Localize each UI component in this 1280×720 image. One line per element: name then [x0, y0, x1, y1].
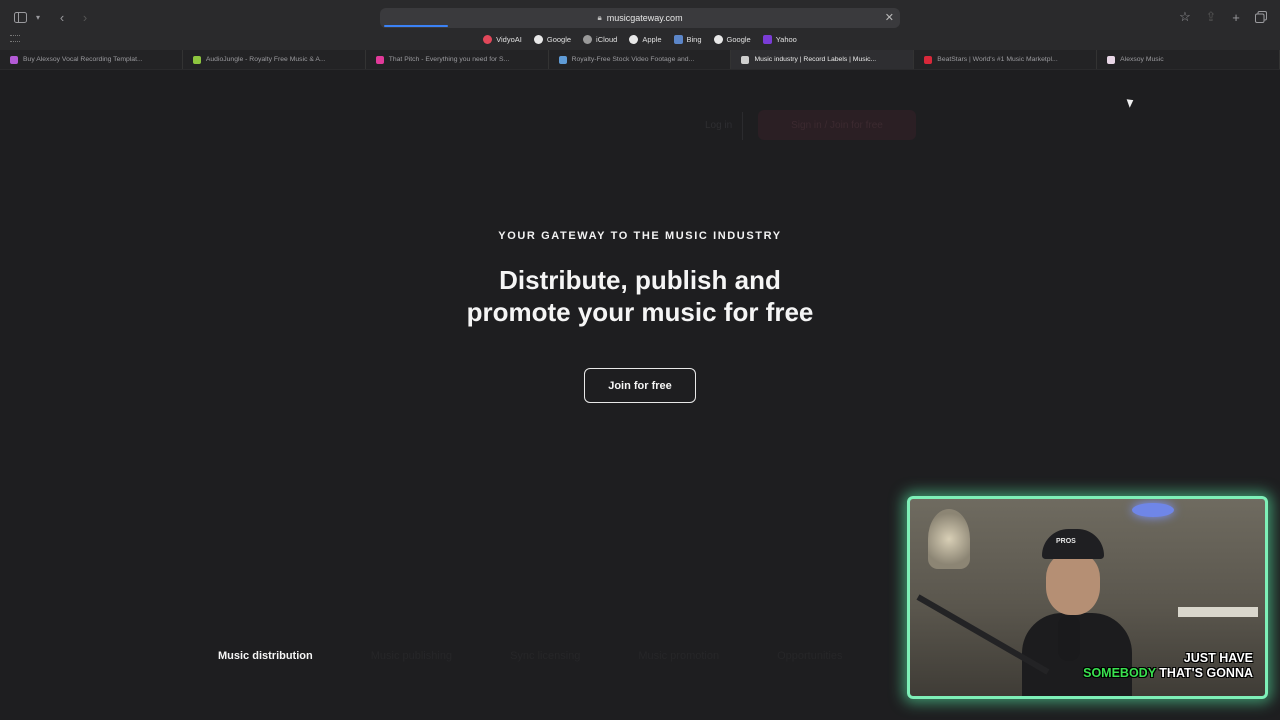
hero-heading: Distribute, publish and promote your mus…: [0, 264, 1280, 328]
favorite-google[interactable]: Google: [533, 35, 571, 44]
tab-favicon-icon: [558, 55, 567, 64]
hero-heading-line-1: Distribute, publish and: [499, 265, 781, 295]
tab-favicon-icon: [1107, 55, 1116, 64]
streamer-face: [1046, 553, 1100, 615]
favorite-vidyoai[interactable]: VidyoAI: [483, 35, 522, 44]
favorite-bing[interactable]: Bing: [673, 35, 702, 44]
back-arrow-icon[interactable]: ‹: [55, 9, 69, 25]
tab-favicon-icon: [192, 55, 201, 64]
tab-stock-video[interactable]: Royalty-Free Stock Video Footage and...: [549, 50, 732, 69]
tab-strip: Buy Alexsoy Vocal Recording Templat... A…: [0, 50, 1280, 69]
favorite-icloud[interactable]: iCloud: [583, 35, 617, 44]
tab-alexsoy-music[interactable]: Alexsoy Music: [1097, 50, 1280, 69]
tab-favicon-icon: [741, 55, 750, 64]
tab-audiojungle[interactable]: AudioJungle - Royalty Free Music & A...: [183, 50, 366, 69]
tab-beatstars[interactable]: BeatStars | World's #1 Music Marketpl...: [914, 50, 1098, 69]
tab-overview-icon[interactable]: [1254, 9, 1268, 25]
hero-eyebrow: YOUR GATEWAY TO THE MUSIC INDUSTRY: [498, 230, 782, 242]
nav-sync-licensing[interactable]: Sync licensing: [510, 650, 580, 662]
login-link[interactable]: Log in: [705, 120, 732, 131]
nav-music-distribution[interactable]: Music distribution: [218, 650, 313, 662]
signin-join-button[interactable]: Sign in / Join for free: [758, 110, 916, 140]
cap-text: PROS: [1056, 538, 1076, 545]
webcam-overlay: PROS JUST HAVE SOMEBODY THAT'S GONNA: [907, 496, 1268, 699]
bing-icon: [673, 35, 683, 44]
microphone-icon: [1058, 615, 1080, 661]
new-tab-icon[interactable]: +: [1229, 9, 1243, 25]
browser-chrome: ▾ ‹ › 🔒︎ musicgateway.com ✕ ☆ ⇪ + VidyoA…: [0, 0, 1280, 70]
tab-alexsoy-templates[interactable]: Buy Alexsoy Vocal Recording Templat...: [0, 50, 183, 69]
chevron-down-icon[interactable]: ▾: [33, 9, 43, 25]
caption-highlight: SOMEBODY: [1083, 666, 1156, 680]
icloud-icon: [583, 35, 593, 44]
url-text: musicgateway.com: [606, 13, 683, 23]
sidebar-toggle-icon[interactable]: [12, 9, 28, 25]
vidyoai-icon: [483, 35, 493, 44]
tab-that-pitch[interactable]: That Pitch - Everything you need for S..…: [366, 50, 549, 69]
join-for-free-button[interactable]: Join for free: [584, 368, 696, 403]
favorite-apple[interactable]: Apple: [629, 35, 662, 44]
forward-arrow-icon[interactable]: ›: [78, 9, 92, 25]
google-icon: [713, 35, 723, 44]
hero-heading-line-2: promote your music for free: [466, 297, 814, 327]
loading-progress-bar: [384, 25, 448, 27]
yahoo-icon: [762, 35, 772, 44]
favorites-bar: VidyoAI Google iCloud Apple Bing Google …: [0, 31, 1280, 48]
tab-favicon-icon: [375, 55, 384, 64]
services-nav: Music distribution Music publishing Sync…: [218, 650, 843, 662]
caption-line-1: JUST HAVE: [1183, 651, 1253, 665]
apple-icon: [629, 35, 639, 44]
lock-icon: 🔒︎: [597, 13, 602, 22]
live-caption: JUST HAVE SOMEBODY THAT'S GONNA: [1083, 651, 1253, 681]
favorite-yahoo[interactable]: Yahoo: [762, 35, 797, 44]
close-icon[interactable]: ✕: [885, 11, 894, 24]
tab-favicon-icon: [924, 55, 933, 64]
nav-music-publishing[interactable]: Music publishing: [371, 650, 452, 662]
caption-line-2-rest: THAT'S GONNA: [1155, 666, 1253, 680]
star-icon[interactable]: ☆: [1178, 9, 1192, 25]
keyboard-shape: [1178, 607, 1258, 617]
nav-music-promotion[interactable]: Music promotion: [638, 650, 719, 662]
ceiling-light-shape: [1132, 503, 1174, 517]
tab-music-gateway[interactable]: Music industry | Record Labels | Music..…: [731, 50, 915, 69]
tab-favicon-icon: [10, 55, 18, 64]
lamp-shape: [928, 509, 970, 569]
favorite-google-2[interactable]: Google: [713, 35, 751, 44]
header-divider: [742, 112, 743, 140]
address-bar[interactable]: 🔒︎ musicgateway.com ✕: [380, 8, 900, 28]
google-icon: [533, 35, 543, 44]
share-icon[interactable]: ⇪: [1204, 9, 1218, 25]
nav-opportunities[interactable]: Opportunities: [777, 650, 842, 662]
caption-line-2: SOMEBODY THAT'S GONNA: [1083, 666, 1253, 681]
